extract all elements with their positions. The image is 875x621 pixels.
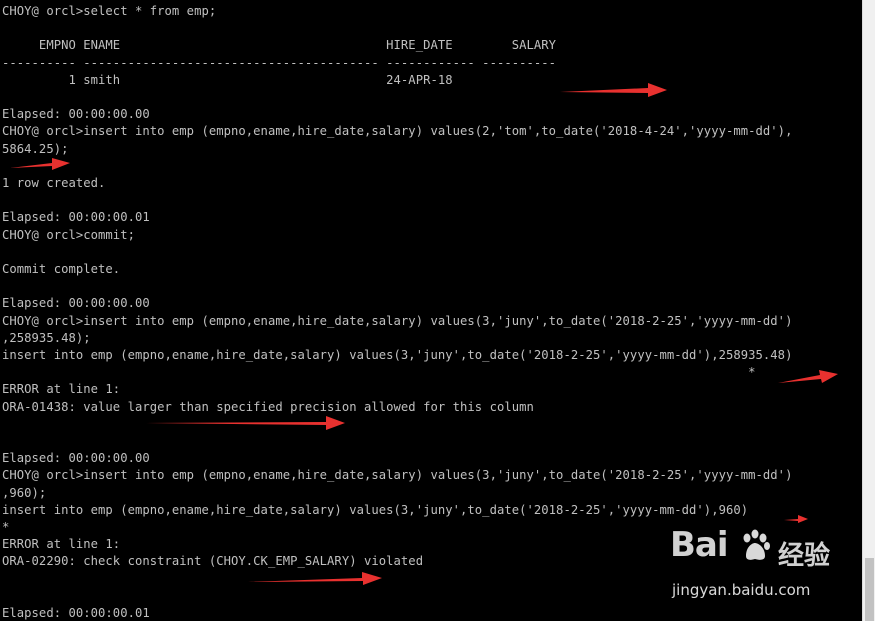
- console-window[interactable]: CHOY@ orcl>select * from emp; EMPNO ENAM…: [0, 0, 862, 621]
- console-line: CHOY@ orcl>commit;: [2, 227, 135, 242]
- console-line: 1 smith 24-APR-18: [2, 72, 453, 87]
- console-line: Elapsed: 00:00:00.01: [2, 606, 150, 620]
- console-line: insert into emp (empno,ename,hire_date,s…: [2, 348, 793, 362]
- console-line: ORA-01438: value larger than specified p…: [2, 399, 534, 414]
- vertical-scrollbar[interactable]: [862, 0, 875, 621]
- console-line: ---------- -----------------------------…: [2, 55, 557, 70]
- console-line: Elapsed: 00:00:00.00: [2, 107, 150, 122]
- console-line: EMPNO ENAME HIRE_DATE SALARY: [2, 38, 557, 53]
- console-line: ,960);: [2, 485, 47, 500]
- console-line: Elapsed: 00:00:00.01: [2, 210, 150, 225]
- console-line: 1 row created.: [2, 176, 106, 190]
- console-line: CHOY@ orcl>insert into emp (empno,ename,…: [2, 124, 793, 139]
- console-line: CHOY@ orcl>select * from emp;: [2, 4, 217, 18]
- console-line: insert into emp (empno,ename,hire_date,s…: [2, 502, 749, 517]
- scrollbar-thumb[interactable]: [865, 558, 874, 621]
- console-line: Commit complete.: [2, 262, 121, 276]
- console-line: ERROR at line 1:: [2, 382, 121, 397]
- console-line: *: [2, 520, 10, 534]
- console-line: Elapsed: 00:00:00.00: [2, 296, 150, 311]
- console-line: *: [2, 365, 756, 380]
- console-line: ERROR at line 1:: [2, 537, 121, 552]
- console-line: ,258935.48);: [2, 330, 91, 345]
- console-line: CHOY@ orcl>insert into emp (empno,ename,…: [2, 313, 793, 328]
- console-line: ORA-02290: check constraint (CHOY.CK_EMP…: [2, 554, 424, 569]
- console-line: Elapsed: 00:00:00.00: [2, 451, 150, 466]
- console-line: 5864.25);: [2, 141, 69, 156]
- console-line: CHOY@ orcl>insert into emp (empno,ename,…: [2, 468, 793, 483]
